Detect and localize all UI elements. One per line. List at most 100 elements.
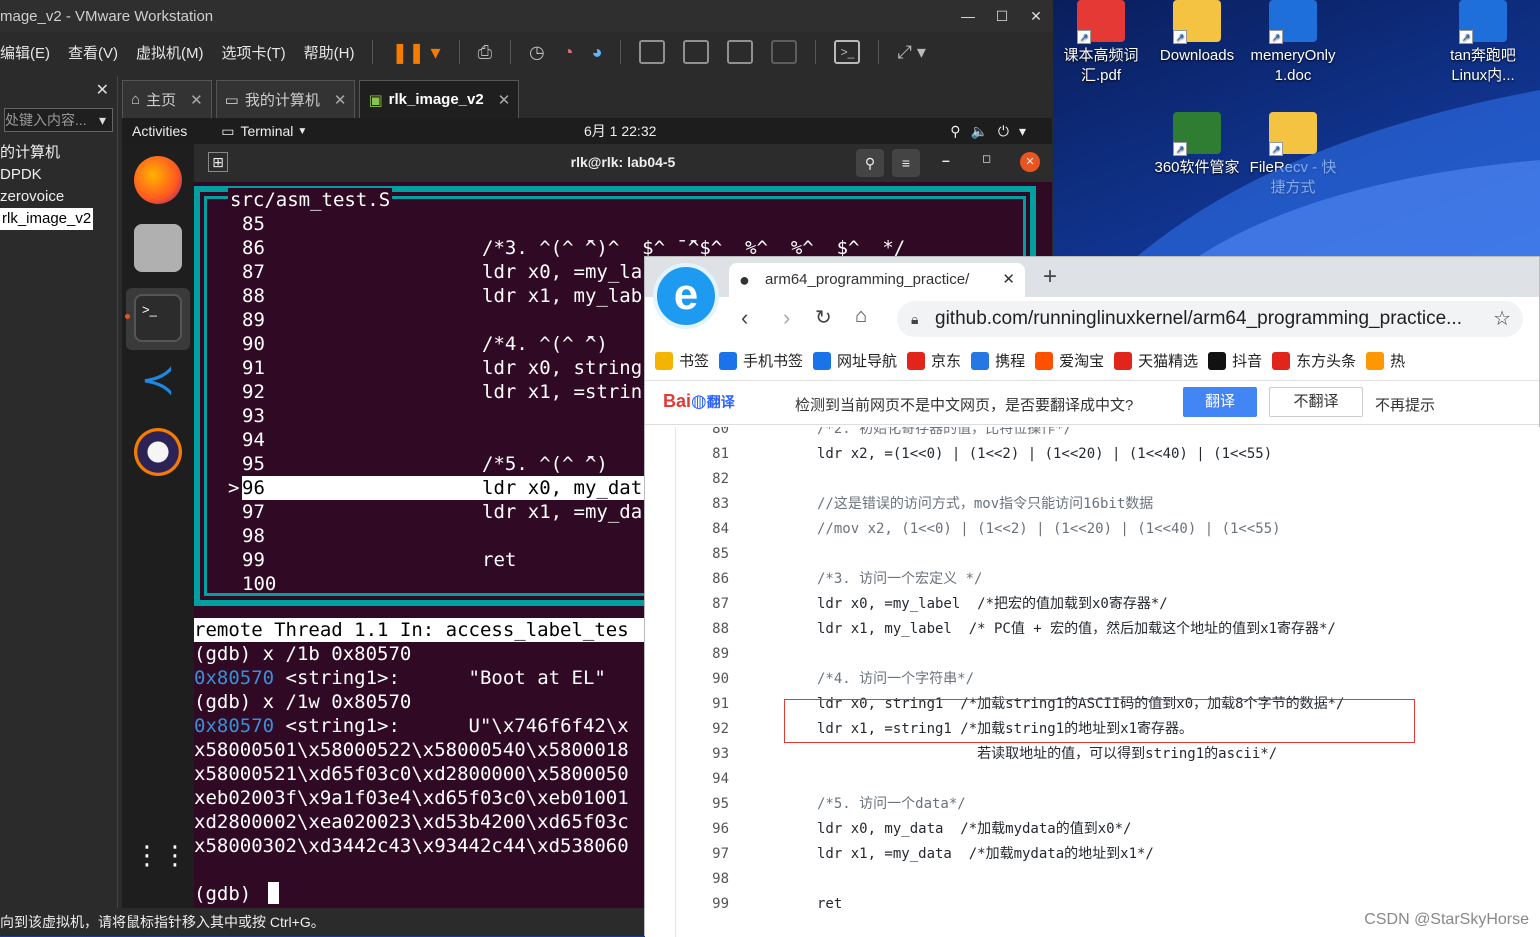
- minimize-icon[interactable]: —: [951, 8, 985, 25]
- bookmarks-bar: 书签 手机书签 网址导航 京东 携程 爱淘宝 天猫精选 抖音 东方头条 热: [645, 341, 1539, 381]
- bookmark-item[interactable]: 网址导航: [813, 350, 897, 371]
- back-icon[interactable]: ‹: [741, 305, 748, 331]
- revert-snapshot-icon[interactable]: ◔: [563, 42, 574, 63]
- never-show-button[interactable]: 不再提示: [1375, 394, 1435, 415]
- translate-button[interactable]: 翻译: [1183, 387, 1257, 417]
- bookmark-item[interactable]: 携程: [971, 350, 1025, 371]
- gdb-line: xd2800002\xea020023\xd53b4200\xd65f03c: [194, 811, 629, 833]
- forward-icon[interactable]: ›: [783, 305, 790, 331]
- maximize-icon[interactable]: ◻: [982, 152, 991, 165]
- browser-logo-icon[interactable]: e: [653, 263, 719, 329]
- code-line-number: 98: [712, 871, 729, 887]
- code-line: 89: [645, 642, 1540, 667]
- menu-tabs[interactable]: 选项卡(T): [222, 42, 286, 63]
- bookmark-icon: [971, 351, 990, 370]
- library-search-input[interactable]: 处键入内容... ▾: [4, 108, 113, 132]
- snapshot-icon[interactable]: ◷: [529, 42, 545, 63]
- app-menu[interactable]: Terminal: [240, 123, 293, 139]
- line-code: ldr x1, my_lab: [482, 285, 643, 307]
- library-view-icon[interactable]: [639, 40, 666, 64]
- minimize-icon[interactable]: –: [942, 152, 950, 168]
- code-line-number: 85: [712, 546, 729, 562]
- vscode-icon[interactable]: ≺: [134, 356, 182, 404]
- close-icon[interactable]: ✕: [498, 91, 511, 109]
- maximize-icon[interactable]: ☐: [985, 8, 1019, 25]
- star-icon[interactable]: ☆: [1493, 301, 1511, 337]
- tab-rlk-image[interactable]: ▣ rlk_image_v2 ✕: [359, 80, 520, 118]
- menu-edit[interactable]: 编辑(E): [0, 42, 50, 63]
- tree-item-dpdk[interactable]: DPDK: [0, 164, 117, 186]
- chevron-down-icon[interactable]: ▾: [99, 109, 106, 131]
- code-line-number: 96: [712, 821, 729, 837]
- current-line-marker: >: [228, 476, 240, 500]
- code-line: 86 /*3. 访问一个宏定义 */: [645, 567, 1540, 592]
- terminal-title: rlk@rlk: lab04-5: [570, 154, 676, 170]
- firefox-icon[interactable]: [134, 156, 182, 204]
- close-icon[interactable]: ✕: [1002, 263, 1015, 297]
- chevron-down-icon[interactable]: ▼: [297, 126, 307, 137]
- ubuntu-dock: >_ ≺ ⋮⋮⋮: [122, 144, 216, 908]
- home-icon[interactable]: ⌂: [855, 305, 867, 328]
- console-icon[interactable]: >_: [834, 40, 861, 64]
- fullscreen-icon[interactable]: [727, 40, 754, 64]
- bookmark-item[interactable]: 书签: [655, 350, 709, 371]
- bookmark-item[interactable]: 天猫精选: [1114, 350, 1198, 371]
- no-translate-button[interactable]: 不翻译: [1269, 387, 1363, 417]
- tab-home[interactable]: ⌂ 主页 ✕: [122, 80, 212, 118]
- bookmark-item[interactable]: 东方头条: [1272, 350, 1356, 371]
- tab-my-computer[interactable]: ▭ 我的计算机 ✕: [215, 80, 356, 118]
- hamburger-menu-icon[interactable]: ≡: [892, 149, 920, 177]
- close-icon[interactable]: ✕: [334, 91, 347, 109]
- code-line: 83 //这是错误的访问方式，mov指令只能访问16bit数据: [645, 492, 1540, 517]
- pause-icon[interactable]: ❚❚ ▾: [391, 40, 440, 65]
- menu-help[interactable]: 帮助(H): [304, 42, 355, 63]
- browser-tab[interactable]: ● arm64_programming_practice/ ✕: [729, 263, 1025, 297]
- gdb-symbol: <string1>:: [274, 667, 400, 689]
- system-tray-icon[interactable]: ⚲🔈⏻▾: [950, 123, 1036, 140]
- code-line-number: 80: [712, 427, 729, 437]
- search-icon[interactable]: ⚲: [856, 149, 884, 177]
- bookmark-icon: [813, 351, 832, 370]
- source-file-title: src/asm_test.S: [228, 188, 393, 212]
- bookmark-item[interactable]: 爱淘宝: [1035, 350, 1104, 371]
- thumbnail-view-icon[interactable]: [683, 40, 710, 64]
- bookmark-item[interactable]: 抖音: [1208, 350, 1262, 371]
- reload-icon[interactable]: ↻: [815, 305, 832, 330]
- tree-item-my-computer[interactable]: 的计算机: [0, 142, 117, 164]
- close-icon[interactable]: ✕: [1020, 152, 1040, 172]
- library-tree: 的计算机 DPDK zerovoice rlk_image_v2: [0, 142, 117, 230]
- line-number: 92: [242, 381, 265, 403]
- show-apps-icon[interactable]: ⋮⋮⋮: [134, 842, 216, 896]
- gnome-topbar: Activities ▭ Terminal ▼ 6月 1 22:32 ⚲🔈⏻▾: [122, 118, 1052, 144]
- snapshot-manager-icon[interactable]: ◕: [592, 42, 603, 63]
- clock[interactable]: 6月 1 22:32: [584, 121, 656, 141]
- bookmark-label: 天猫精选: [1138, 353, 1199, 370]
- tree-item-zerovoice[interactable]: zerovoice: [0, 186, 117, 208]
- bookmark-item[interactable]: 热: [1366, 350, 1405, 371]
- unity-icon[interactable]: [771, 40, 798, 64]
- tree-item-rlk-image[interactable]: rlk_image_v2: [0, 208, 94, 230]
- code-line: 93 若读取地址的值，可以得到string1的ascii*/: [645, 742, 1540, 767]
- close-icon[interactable]: ✕: [1019, 8, 1053, 25]
- send-keys-icon[interactable]: ⎙: [478, 42, 492, 63]
- line-number: 96: [242, 477, 265, 499]
- home-icon: ⌂: [131, 91, 141, 108]
- terminal-icon[interactable]: >_: [134, 294, 182, 342]
- menu-vm[interactable]: 虚拟机(M): [136, 42, 204, 63]
- code-line-text: 若读取地址的值，可以得到string1的ascii*/: [817, 746, 1278, 762]
- bookmark-item[interactable]: 手机书签: [719, 350, 803, 371]
- code-line-number: 99: [712, 896, 729, 912]
- eclipse-icon[interactable]: [134, 428, 182, 476]
- line-number: 86: [242, 237, 265, 259]
- code-line-number: 81: [712, 446, 729, 462]
- activities-button[interactable]: Activities: [132, 123, 187, 139]
- bookmark-item[interactable]: 京东: [907, 350, 961, 371]
- new-tab-icon[interactable]: +: [1043, 263, 1057, 291]
- menu-view[interactable]: 查看(V): [68, 42, 118, 63]
- stretch-icon[interactable]: ⤢ ▾: [897, 42, 925, 63]
- gdb-line: (gdb): [194, 883, 263, 905]
- files-icon[interactable]: [134, 224, 182, 272]
- address-bar[interactable]: 🔒︎ github.com/runninglinuxkernel/arm64_p…: [897, 301, 1523, 337]
- close-icon[interactable]: ✕: [190, 91, 203, 109]
- library-close-icon[interactable]: ✕: [96, 80, 109, 100]
